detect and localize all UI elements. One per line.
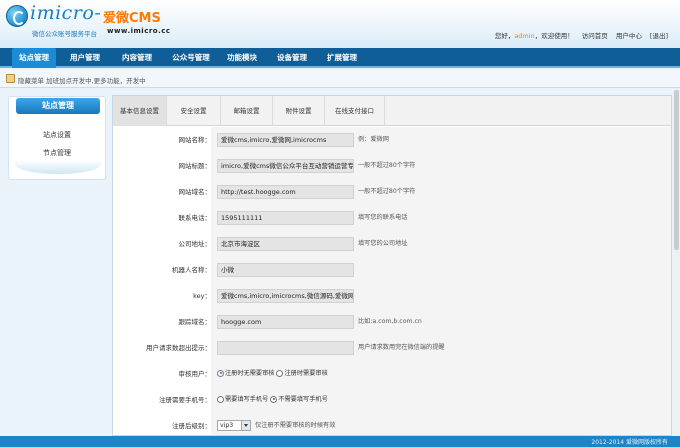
row-post-register-level: 注册后级别： vip3 仅注册不需要审核的时候有效 <box>113 413 671 435</box>
row-robot-name: 机器人名称： 小微 <box>113 257 671 283</box>
visit-home-link[interactable]: 访问首页 <box>582 32 608 40</box>
post-register-level-select[interactable]: vip3 <box>217 420 251 431</box>
sidebar: 站点管理 站点设置 节点管理 <box>8 96 106 180</box>
logo-icon <box>6 5 28 27</box>
phone-hint: 填写您的联系电话 <box>358 214 408 221</box>
row-phone: 联系电话： 1595111111 填写您的联系电话 <box>113 205 671 231</box>
audit-user-no-review-radio[interactable] <box>217 369 224 377</box>
require-phone-label: 注册需要手机号： <box>113 387 211 413</box>
main-nav: 站点管理 用户管理 内容管理 公众号管理 功能模块 设备管理 扩展管理 <box>0 48 680 68</box>
logo-slogan: 微信公众账号服务平台 <box>32 30 97 38</box>
row-require-phone: 注册需要手机号： 需要填写手机号 不需要填写手机号 <box>113 387 671 413</box>
page-scrollbar[interactable] <box>673 88 680 436</box>
tab-online-payment[interactable]: 在线支付接口 <box>325 96 385 126</box>
row-keywords: key： 爱微cms,imicro,imicrocms,微信源码,爱微网 <box>113 283 671 309</box>
require-phone-no-label[interactable]: 不需要填写手机号 <box>278 396 328 403</box>
site-title-hint: 一般不超过80个字符 <box>358 162 416 169</box>
row-site-domain: 网站域名： http://test.hoogge.com 一般不超过80个字符 <box>113 179 671 205</box>
post-register-level-label: 注册后级别： <box>113 413 211 435</box>
require-phone-radio-group: 需要填写手机号 不需要填写手机号 <box>217 387 328 413</box>
audit-user-review-radio[interactable] <box>276 369 284 377</box>
notice-icon <box>6 74 15 83</box>
robot-name-label: 机器人名称： <box>113 257 211 283</box>
sidebar-title[interactable]: 站点管理 <box>16 98 100 114</box>
address-hint: 填写您的公司地址 <box>358 240 408 247</box>
nav-account-management[interactable]: 公众号管理 <box>166 48 216 68</box>
logo-cn: 爱微CMS <box>103 11 161 26</box>
footer: 2012-2014 爱微网版权所有 <box>0 436 680 447</box>
nav-device-management[interactable]: 设备管理 <box>270 48 314 68</box>
settings-tabs: 基本信息设置 安全设置 邮箱设置 附件设置 在线支付接口 <box>113 96 671 126</box>
site-domain-input[interactable]: http://test.hoogge.com <box>217 185 354 199</box>
nav-site-management[interactable]: 站点管理 <box>12 48 56 68</box>
header: imicro- 爱微CMS 微信公众账号服务平台 www.imicro.cc 您… <box>0 0 680 48</box>
site-title-input[interactable]: imicro,爱微cms微信公众平台互动营销运营专家 <box>217 159 354 173</box>
notice-bar: 隐藏菜单 加班加点开发中,更多功能，开发中 <box>0 70 680 88</box>
tab-basic-info[interactable]: 基本信息设置 <box>113 96 167 126</box>
site-domain-label: 网站域名： <box>113 179 211 205</box>
audit-user-review-label[interactable]: 注册时需要审核 <box>284 370 327 377</box>
tab-attachment[interactable]: 附件设置 <box>273 96 325 126</box>
overflow-tip-label: 用户请求数超出提示： <box>113 335 211 361</box>
overflow-tip-hint: 用户请求数用完在微信端的提醒 <box>358 344 445 351</box>
phone-input[interactable]: 1595111111 <box>217 211 354 225</box>
tab-security[interactable]: 安全设置 <box>167 96 221 126</box>
user-center-link[interactable]: 用户中心 <box>616 32 642 40</box>
footer-copyright: 2012-2014 爱微网版权所有 <box>591 439 668 446</box>
address-label: 公司地址： <box>113 231 211 257</box>
site-title-label: 网站标题： <box>113 153 211 179</box>
robot-name-input[interactable]: 小微 <box>217 263 354 277</box>
require-phone-no-radio[interactable] <box>270 395 278 403</box>
username: admin <box>514 32 535 40</box>
address-input[interactable]: 北京市海淀区 <box>217 237 354 251</box>
chevron-down-icon[interactable] <box>241 421 250 430</box>
site-name-label: 网站名称： <box>113 127 211 153</box>
greeting-suffix: ，欢迎使用！ <box>534 32 574 40</box>
keywords-label: key： <box>113 283 211 309</box>
top-links: 您好，admin，欢迎使用！ 访问首页 用户中心 [退出] <box>495 30 668 40</box>
notice-text[interactable]: 隐藏菜单 加班加点开发中,更多功能，开发中 <box>18 75 146 85</box>
keywords-input[interactable]: 爱微cms,imicro,imicrocms,微信源码,爱微网 <box>217 289 354 303</box>
row-trace-domain: 跟踪域名： hoogge.com 比如:a.com,b.com.cn <box>113 309 671 335</box>
logo-text: imicro- <box>30 2 102 24</box>
greeting-prefix: 您好， <box>494 32 515 40</box>
overflow-tip-input[interactable] <box>217 341 354 355</box>
require-phone-yes-radio[interactable] <box>217 395 224 403</box>
row-site-title: 网站标题： imicro,爱微cms微信公众平台互动营销运营专家 一般不超过80… <box>113 153 671 179</box>
audit-user-radio-group: 注册时无需要审核 注册时需要审核 <box>217 361 328 387</box>
scrollbar-thumb[interactable] <box>674 90 679 250</box>
site-name-hint: 例：爱微网 <box>358 136 389 143</box>
nav-extension-management[interactable]: 扩展管理 <box>320 48 364 68</box>
logout-link[interactable]: [退出] <box>650 32 668 40</box>
site-domain-hint: 一般不超过80个字符 <box>358 188 416 195</box>
row-overflow-tip: 用户请求数超出提示： 用户请求数用完在微信端的提醒 <box>113 335 671 361</box>
row-audit-user: 审核用户： 注册时无需要审核 注册时需要审核 <box>113 361 671 387</box>
audit-user-no-review-label[interactable]: 注册时无需要审核 <box>225 370 275 377</box>
site-name-input[interactable]: 爱微cms,imicro,爱微网,imicrocms <box>217 133 354 147</box>
sidebar-item-site-settings[interactable]: 站点设置 <box>9 130 105 140</box>
trace-domain-label: 跟踪域名： <box>113 309 211 335</box>
settings-panel: 基本信息设置 安全设置 邮箱设置 附件设置 在线支付接口 网站名称： 爱微cms… <box>112 95 672 436</box>
post-register-level-value: vip3 <box>220 422 234 429</box>
nav-modules[interactable]: 功能模块 <box>220 48 264 68</box>
require-phone-yes-label[interactable]: 需要填写手机号 <box>225 396 268 403</box>
trace-domain-hint: 比如:a.com,b.com.cn <box>358 318 422 325</box>
nav-user-management[interactable]: 用户管理 <box>62 48 108 68</box>
phone-label: 联系电话： <box>113 205 211 231</box>
sidebar-bottom-decoration <box>15 160 101 174</box>
trace-domain-input[interactable]: hoogge.com <box>217 315 354 329</box>
logo-site: www.imicro.cc <box>107 27 171 35</box>
tab-email[interactable]: 邮箱设置 <box>221 96 273 126</box>
row-site-name: 网站名称： 爱微cms,imicro,爱微网,imicrocms 例：爱微网 <box>113 127 671 153</box>
row-address: 公司地址： 北京市海淀区 填写您的公司地址 <box>113 231 671 257</box>
nav-content-management[interactable]: 内容管理 <box>114 48 160 68</box>
post-register-level-hint: 仅注册不需要审核的时候有效 <box>255 422 336 429</box>
sidebar-item-node-management[interactable]: 节点管理 <box>9 148 105 158</box>
audit-user-label: 审核用户： <box>113 361 211 387</box>
